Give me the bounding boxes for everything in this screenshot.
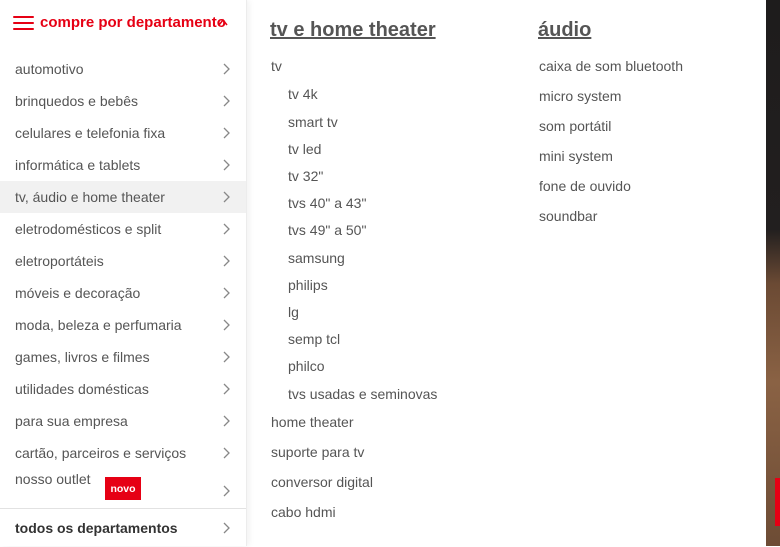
- sidebar-item[interactable]: eletrodomésticos e split: [0, 213, 246, 245]
- sidebar-item[interactable]: nosso outlet novo: [0, 469, 246, 501]
- all-departments-link[interactable]: todos os departamentos: [0, 508, 246, 547]
- submenu-sublink[interactable]: philco: [288, 358, 325, 374]
- sidebar-item-label: automotivo: [15, 61, 84, 77]
- submenu-link[interactable]: caixa de som bluetooth: [539, 58, 683, 74]
- chevron-right-icon: [223, 127, 230, 139]
- submenu-title-tv[interactable]: tv e home theater: [270, 19, 436, 42]
- submenu-sublink[interactable]: lg: [288, 304, 299, 320]
- chevron-right-icon: [223, 383, 230, 395]
- chevron-right-icon: [223, 415, 230, 427]
- submenu-link[interactable]: mini system: [539, 148, 613, 164]
- sidebar-item-label: celulares e telefonia fixa: [15, 125, 166, 141]
- chevron-right-icon: [223, 223, 230, 235]
- submenu-link[interactable]: fone de ouvido: [539, 178, 631, 194]
- sidebar-item[interactable]: informática e tablets: [0, 149, 246, 181]
- sidebar-item[interactable]: brinquedos e bebês: [0, 85, 246, 117]
- banner-background: [766, 0, 780, 546]
- submenu-sublink[interactable]: tv 4k: [288, 86, 318, 102]
- submenu-link[interactable]: cabo hdmi: [271, 504, 336, 520]
- chevron-right-icon: [223, 63, 230, 75]
- chevron-right-icon: [223, 287, 230, 299]
- submenu-link[interactable]: soundbar: [539, 208, 597, 224]
- banner-red-accent: [775, 478, 780, 526]
- submenu-title-audio[interactable]: áudio: [538, 19, 591, 42]
- submenu-sublink[interactable]: tv led: [288, 141, 321, 157]
- submenu-sublink[interactable]: tvs 40" a 43": [288, 195, 366, 211]
- submenu-sublink[interactable]: philips: [288, 277, 328, 293]
- chevron-right-icon: [223, 191, 230, 203]
- submenu-sublink[interactable]: tvs usadas e seminovas: [288, 386, 437, 402]
- sidebar-item-label: moda, beleza e perfumaria: [15, 317, 182, 333]
- department-menu-toggle[interactable]: compre por departamento: [0, 0, 246, 46]
- chevron-right-icon: [223, 319, 230, 331]
- submenu-link[interactable]: home theater: [271, 414, 354, 430]
- sidebar-item-label: cartão, parceiros e serviços: [15, 445, 187, 461]
- sidebar-item-label: brinquedos e bebês: [15, 93, 138, 109]
- chevron-right-icon: [223, 255, 230, 267]
- submenu-sublink[interactable]: smart tv: [288, 114, 338, 130]
- submenu-link[interactable]: conversor digital: [271, 474, 373, 490]
- sidebar-item[interactable]: automotivo: [0, 53, 246, 85]
- submenu-link[interactable]: som portátil: [539, 118, 611, 134]
- submenu-link[interactable]: micro system: [539, 88, 621, 104]
- sidebar-item-label: informática e tablets: [15, 157, 141, 173]
- submenu-sublink[interactable]: tv 32": [288, 168, 323, 184]
- sidebar-item[interactable]: cartão, parceiros e serviços: [0, 437, 246, 469]
- sidebar-item-label: eletrodomésticos e split: [15, 221, 162, 237]
- sidebar-item-label: utilidades domésticas: [15, 381, 149, 397]
- submenu-link[interactable]: suporte para tv: [271, 444, 364, 460]
- submenu-sublink[interactable]: semp tcl: [288, 331, 340, 347]
- chevron-right-icon: [223, 159, 230, 171]
- chevron-right-icon: [223, 95, 230, 107]
- sidebar-item-label: para sua empresa: [15, 413, 128, 429]
- chevron-right-icon: [223, 447, 230, 459]
- sidebar-item[interactable]: eletroportáteis: [0, 245, 246, 277]
- sidebar-item-label: games, livros e filmes: [15, 349, 150, 365]
- sidebar-item[interactable]: tv, áudio e home theater: [0, 181, 246, 213]
- sidebar-item[interactable]: games, livros e filmes: [0, 341, 246, 373]
- sidebar-item[interactable]: para sua empresa: [0, 405, 246, 437]
- hamburger-menu-icon: [13, 16, 34, 31]
- sidebar-item-label: eletroportáteis: [15, 253, 104, 269]
- sidebar-item-label: nosso outlet: [15, 471, 91, 487]
- submenu-sublink[interactable]: samsung: [288, 250, 345, 266]
- sidebar-item-label: tv, áudio e home theater: [15, 189, 165, 205]
- submenu-sublink[interactable]: tvs 49" a 50": [288, 222, 366, 238]
- department-menu-title: compre por departamento: [40, 14, 226, 31]
- new-badge: novo: [105, 477, 141, 500]
- sidebar-item[interactable]: móveis e decoração: [0, 277, 246, 309]
- submenu-link[interactable]: tv: [271, 58, 282, 74]
- sidebar-item[interactable]: celulares e telefonia fixa: [0, 117, 246, 149]
- sidebar-item[interactable]: moda, beleza e perfumaria: [0, 309, 246, 341]
- sidebar-item-label: móveis e decoração: [15, 285, 141, 301]
- department-sidebar: compre por departamento automotivo brinqu…: [0, 0, 247, 546]
- chevron-right-icon: [223, 522, 230, 534]
- chevron-right-icon: [223, 351, 230, 363]
- chevron-right-icon: [223, 485, 230, 497]
- sidebar-item[interactable]: utilidades domésticas: [0, 373, 246, 405]
- department-list: automotivo brinquedos e bebês celulares e …: [0, 53, 246, 501]
- all-departments-label: todos os departamentos: [15, 520, 178, 536]
- chevron-up-icon: [218, 18, 228, 26]
